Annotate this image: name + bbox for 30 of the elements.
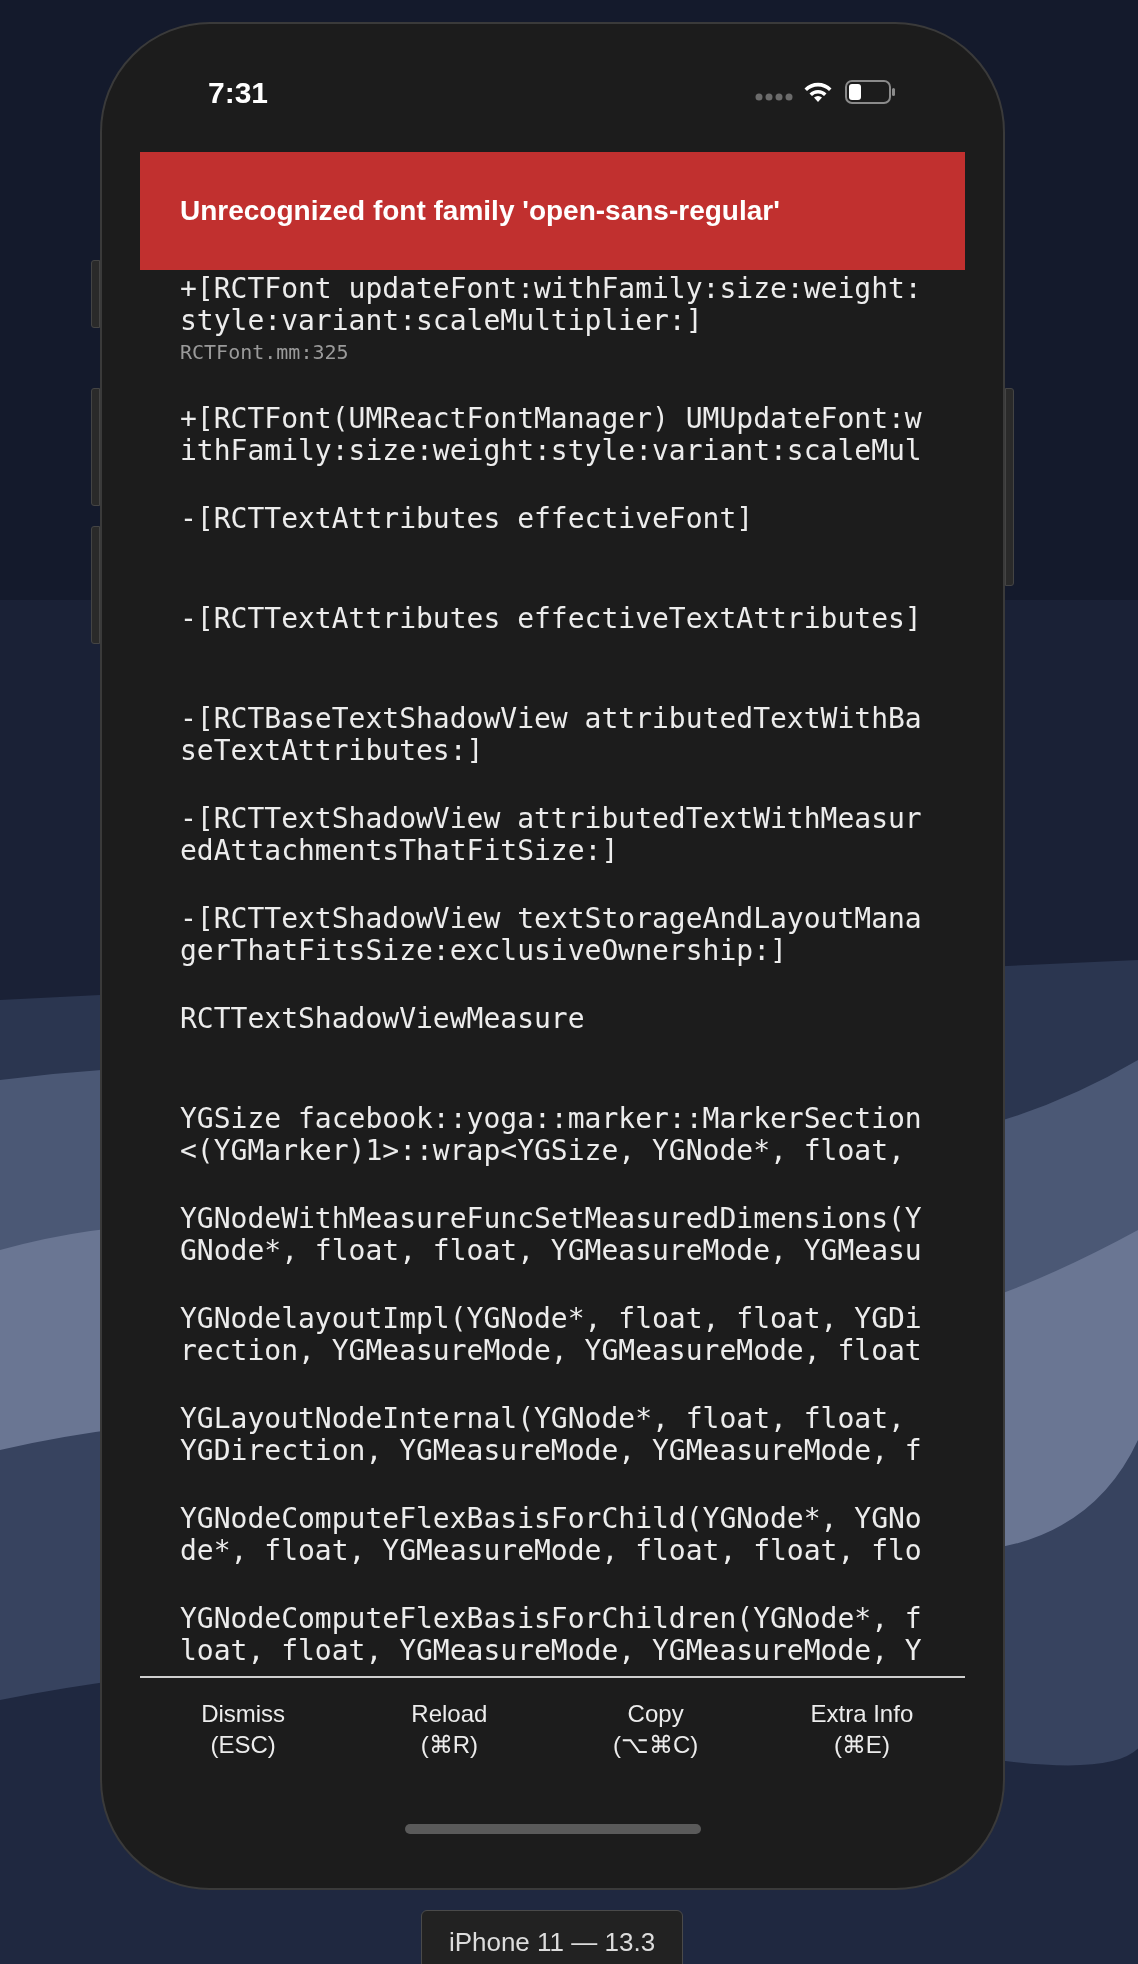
stack-frame[interactable]: +[RCTFont updateFont:withFamily:size:weight: style:variant:scaleMultiplier:] xyxy=(180,273,922,337)
stack-frame[interactable]: +[RCTFont(UMReactFontManager) UMUpdateFont:w ithFamily:size:weight:style:variant:scaleMul xyxy=(180,403,922,467)
side-button[interactable] xyxy=(91,526,100,644)
footer-button[interactable]: Copy (⌥⌘C) xyxy=(552,1698,759,1760)
error-message: Unrecognized font family 'open-sans-regular' xyxy=(180,194,780,228)
stack-frame[interactable]: YGLayoutNodeInternal(YGNode*, float, float, YGDirection, YGMeasureMode, YGMeasureMode, f xyxy=(180,1403,922,1467)
footer-button[interactable]: Extra Info (⌘E) xyxy=(758,1698,965,1760)
stack-frame[interactable]: YGNodeWithMeasureFuncSetMeasuredDimensions(Y GNode*, float, float, YGMeasureMode, YGMeasu xyxy=(180,1203,922,1267)
stack-frame[interactable]: -[RCTTextAttributes effectiveFont] xyxy=(180,503,754,535)
home-indicator[interactable] xyxy=(404,1824,701,1834)
side-button[interactable] xyxy=(91,260,100,328)
wifi-icon xyxy=(803,81,833,103)
side-button[interactable] xyxy=(91,388,100,506)
stack-frame[interactable]: YGSize facebook::yoga::marker::MarkerSection <(YGMarker)1>::wrap<YGSize, YGNode*, float, xyxy=(180,1103,922,1167)
stack-frame[interactable]: YGNodeComputeFlexBasisForChild(YGNode*, YGNo de*, float, YGMeasureMode, float, float, flo xyxy=(180,1503,922,1567)
side-button[interactable] xyxy=(1005,388,1014,586)
battery-icon xyxy=(845,80,897,104)
stack-frame[interactable]: -[RCTTextShadowView textStorageAndLayoutMana gerThatFitsSize:exclusiveOwnership:] xyxy=(180,903,922,967)
file-location: RCTFont.mm:325 xyxy=(180,339,349,366)
status-time: 7:31 xyxy=(208,74,269,111)
signal-icon xyxy=(755,93,793,101)
device-label: iPhone 11 — 13.3 xyxy=(421,1910,683,1964)
stack-frame[interactable]: YGNodeComputeFlexBasisForChildren(YGNode*, f loat, float, YGMeasureMode, YGMeasureMode, Y xyxy=(180,1603,922,1667)
stack-frame[interactable]: RCTTextShadowViewMeasure xyxy=(180,1003,585,1035)
stack-frame[interactable]: -[RCTBaseTextShadowView attributedTextWithBa seTextAttributes:] xyxy=(180,703,922,767)
stack-frame[interactable]: -[RCTTextShadowView attributedTextWithMeasur edAttachmentsThatFitSize:] xyxy=(180,803,922,867)
footer-button[interactable]: Reload (⌘R) xyxy=(346,1698,553,1760)
stack-frame[interactable]: -[RCTTextAttributes effectiveTextAttributes] xyxy=(180,603,922,635)
stack-frame[interactable]: YGNodelayoutImpl(YGNode*, float, float, YGDi rection, YGMeasureMode, YGMeasureMode, float xyxy=(180,1303,922,1367)
footer-button[interactable]: Dismiss (ESC) xyxy=(140,1698,347,1760)
